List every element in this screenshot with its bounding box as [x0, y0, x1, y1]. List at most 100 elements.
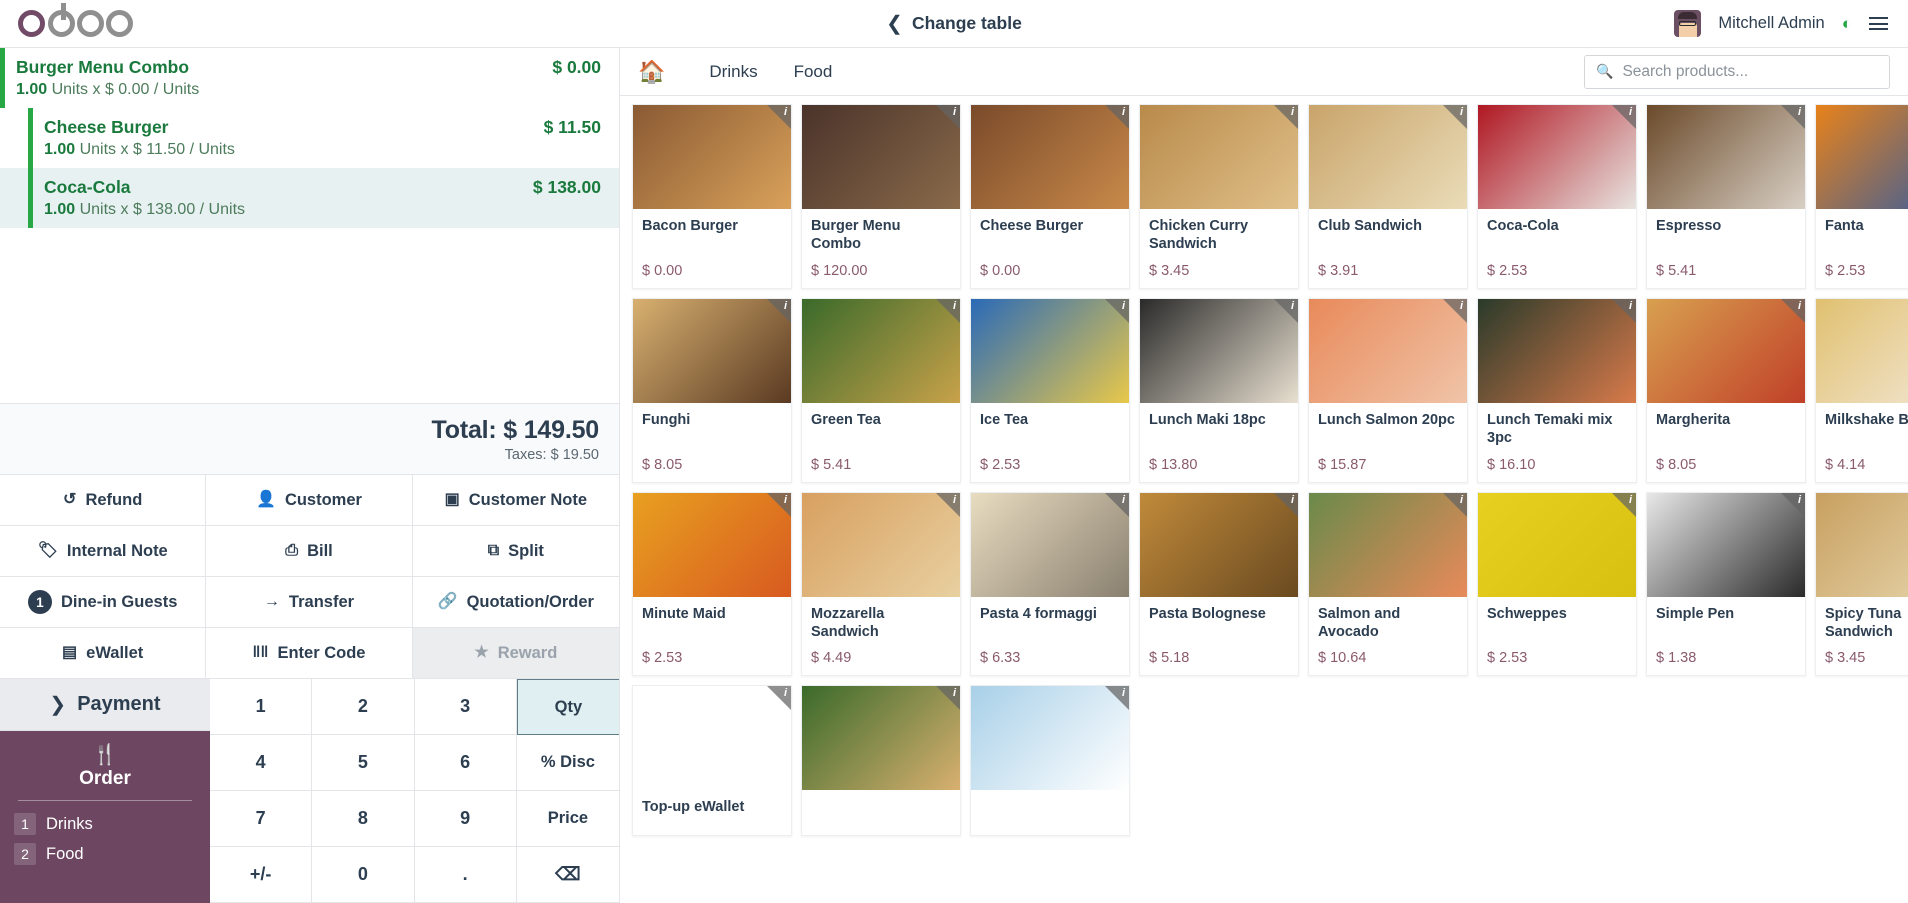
product-info-corner[interactable]	[1781, 105, 1805, 129]
numpad-key-8[interactable]: 8	[312, 791, 415, 847]
product-card[interactable]: i Fanta $ 2.53	[1815, 104, 1908, 289]
product-card[interactable]: i Lunch Salmon 20pc $ 15.87	[1308, 297, 1468, 483]
numpad-key-3[interactable]: 3	[414, 679, 517, 735]
product-card[interactable]: i Bacon Burger $ 0.00	[632, 104, 792, 289]
info-icon[interactable]: i	[784, 687, 787, 699]
order-line[interactable]: Burger Menu Combo 1.00 Units x $ 0.00 / U…	[0, 48, 619, 108]
info-icon[interactable]: i	[953, 300, 956, 312]
numpad-key-qty[interactable]: Qty	[516, 679, 619, 735]
order-course-food[interactable]: 2 Food	[0, 839, 210, 869]
product-info-corner[interactable]	[1612, 298, 1636, 323]
product-info-corner[interactable]	[936, 105, 960, 129]
product-card[interactable]: i Coca-Cola $ 2.53	[1477, 104, 1637, 289]
category-tab-drinks[interactable]: Drinks	[691, 49, 775, 95]
numpad-key-[interactable]: ⌫	[516, 847, 619, 903]
info-icon[interactable]: i	[784, 106, 787, 118]
product-card[interactable]: i Schweppes $ 2.53	[1477, 491, 1637, 677]
product-card[interactable]: i Ice Tea $ 2.53	[970, 297, 1130, 483]
numpad-key-5[interactable]: 5	[312, 735, 415, 791]
numpad-key-price[interactable]: Price	[516, 791, 619, 847]
product-card[interactable]: i Pasta Bolognese $ 5.18	[1139, 491, 1299, 677]
action-refund[interactable]: ↺ Refund	[0, 475, 207, 526]
product-card[interactable]: i Espresso $ 5.41	[1646, 104, 1806, 289]
product-info-corner[interactable]	[767, 492, 791, 517]
action-enter-code[interactable]: ‖‖ Enter Code	[206, 628, 413, 679]
product-info-corner[interactable]	[1781, 492, 1805, 517]
product-card[interactable]: i Milkshake Banana $ 4.14	[1815, 297, 1908, 483]
info-icon[interactable]: i	[953, 494, 956, 506]
product-info-corner[interactable]	[1443, 298, 1467, 323]
info-icon[interactable]: i	[1460, 106, 1463, 118]
product-info-corner[interactable]	[1443, 492, 1467, 517]
info-icon[interactable]: i	[1629, 106, 1632, 118]
product-info-corner[interactable]	[936, 298, 960, 323]
product-info-corner[interactable]	[1274, 298, 1298, 323]
category-tab-food[interactable]: Food	[776, 49, 851, 95]
numpad-key-6[interactable]: 6	[414, 735, 517, 791]
numpad-key-7[interactable]: 7	[210, 791, 313, 847]
product-card[interactable]: i Burger Menu Combo $ 120.00	[801, 104, 961, 289]
product-info-corner[interactable]	[1105, 105, 1129, 129]
product-card[interactable]: i Funghi $ 8.05	[632, 297, 792, 483]
product-info-corner[interactable]	[1105, 298, 1129, 323]
info-icon[interactable]: i	[1122, 106, 1125, 118]
product-card[interactable]: i Mozzarella Sandwich $ 4.49	[801, 491, 961, 677]
product-info-corner[interactable]	[1274, 105, 1298, 129]
info-icon[interactable]: i	[784, 494, 787, 506]
product-card[interactable]: i Top-up eWallet	[632, 685, 792, 837]
product-card[interactable]: i Margherita $ 8.05	[1646, 297, 1806, 483]
avatar[interactable]	[1674, 10, 1702, 37]
product-card[interactable]: i Cheese Burger $ 0.00	[970, 104, 1130, 289]
product-card[interactable]: i Chicken Curry Sandwich $ 3.45	[1139, 104, 1299, 289]
numpad-key-0[interactable]: 0	[312, 847, 415, 903]
wifi-icon[interactable]: ◐	[1842, 15, 1852, 32]
order-lines-list[interactable]: Burger Menu Combo 1.00 Units x $ 0.00 / U…	[0, 48, 619, 403]
product-info-corner[interactable]	[1274, 492, 1298, 517]
product-card[interactable]: i	[801, 685, 961, 837]
numpad-key-[interactable]: .	[414, 847, 517, 903]
product-info-corner[interactable]	[936, 492, 960, 517]
info-icon[interactable]: i	[1629, 494, 1632, 506]
action-bill[interactable]: ⎙ Bill	[206, 526, 413, 577]
product-info-corner[interactable]	[767, 686, 791, 711]
product-info-corner[interactable]	[1612, 105, 1636, 129]
info-icon[interactable]: i	[1629, 300, 1632, 312]
info-icon[interactable]: i	[1798, 494, 1801, 506]
info-icon[interactable]: i	[1122, 494, 1125, 506]
home-icon[interactable]: 🏠	[638, 59, 665, 85]
action-ewallet[interactable]: ▤ eWallet	[0, 628, 207, 679]
info-icon[interactable]: i	[1122, 687, 1125, 699]
order-line[interactable]: Cheese Burger 1.00 Units x $ 11.50 / Unit…	[0, 107, 619, 168]
action-internal-note[interactable]: 🏷 Internal Note	[0, 526, 207, 577]
product-grid-scroll[interactable]: i Bacon Burger $ 0.00 i Burger Menu Combo $ 1…	[620, 96, 1908, 903]
action-dine-in-guests[interactable]: 1 Dine-in Guests	[0, 577, 207, 628]
user-name[interactable]: Mitchell Admin	[1718, 14, 1824, 33]
search-input[interactable]	[1622, 62, 1878, 81]
action-reward[interactable]: ★ Reward	[412, 628, 619, 679]
product-info-corner[interactable]	[1443, 105, 1467, 129]
numpad-key-9[interactable]: 9	[414, 791, 517, 847]
info-icon[interactable]: i	[1798, 106, 1801, 118]
info-icon[interactable]: i	[1291, 300, 1294, 312]
product-card[interactable]: i Green Tea $ 5.41	[801, 297, 961, 483]
product-info-corner[interactable]	[1105, 492, 1129, 517]
info-icon[interactable]: i	[953, 687, 956, 699]
action-quotation-order[interactable]: 🔗 Quotation/Order	[412, 577, 619, 628]
product-card[interactable]: i Minute Maid $ 2.53	[632, 491, 792, 677]
odoo-logo[interactable]	[0, 3, 620, 37]
payment-button[interactable]: ❯ Payment	[0, 679, 210, 731]
order-line[interactable]: Coca-Cola 1.00 Units x $ 138.00 / Units $ …	[0, 167, 619, 228]
numpad-key-disc[interactable]: % Disc	[516, 735, 619, 791]
action-customer-note[interactable]: ▣ Customer Note	[412, 475, 619, 526]
info-icon[interactable]: i	[784, 300, 787, 312]
numpad-key-4[interactable]: 4	[210, 735, 313, 791]
change-table-button[interactable]: ❮ Change table	[886, 13, 1022, 34]
action-split[interactable]: ⧉ Split	[412, 526, 619, 577]
product-card[interactable]: i Pasta 4 formaggi $ 6.33	[970, 491, 1130, 677]
product-info-corner[interactable]	[936, 686, 960, 711]
product-card[interactable]: i Lunch Temaki mix 3pc $ 16.10	[1477, 297, 1637, 483]
info-icon[interactable]: i	[1460, 494, 1463, 506]
search-box[interactable]: 🔍	[1584, 54, 1890, 89]
product-card[interactable]: i Simple Pen $ 1.38	[1646, 491, 1806, 677]
action-customer[interactable]: 👤 Customer	[206, 475, 413, 526]
